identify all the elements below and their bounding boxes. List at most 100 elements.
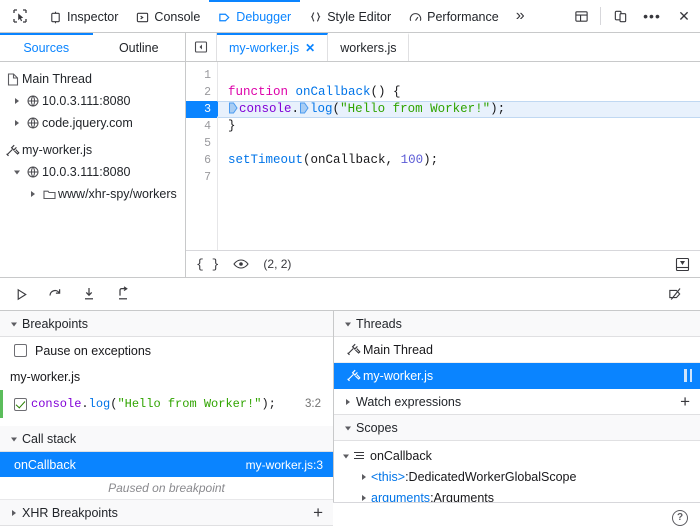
breakpoint-item[interactable]: console.log("Hello from Worker!"); 3:2 xyxy=(0,390,333,418)
token-punct: , xyxy=(386,153,401,167)
element-picker-icon[interactable] xyxy=(0,0,40,32)
tree-item-label: code.jquery.com xyxy=(42,116,133,130)
globe-icon xyxy=(24,166,42,178)
line-number: 7 xyxy=(186,169,217,186)
pretty-print-braces-icon[interactable]: { } xyxy=(196,257,219,272)
token-method: log xyxy=(310,102,333,116)
chevron-down-icon[interactable] xyxy=(340,424,356,432)
eye-icon[interactable] xyxy=(233,258,249,270)
watch-expressions-section-header[interactable]: Watch expressions + xyxy=(334,389,700,415)
chevron-down-icon[interactable] xyxy=(340,320,356,328)
source-map-icon[interactable] xyxy=(675,257,690,272)
overflow-tabs-button[interactable]: » xyxy=(508,0,533,32)
token-string: "Hello from Worker!" xyxy=(340,102,490,116)
file-tab-label: my-worker.js xyxy=(229,41,299,55)
chevron-right-icon[interactable] xyxy=(26,190,40,198)
step-out-button[interactable] xyxy=(108,281,138,307)
pause-on-exceptions-row[interactable]: Pause on exceptions xyxy=(0,337,333,364)
chevron-down-icon[interactable] xyxy=(10,168,24,176)
tree-item-label: 10.0.3.111:8080 xyxy=(42,94,131,108)
scope-row-oncallback[interactable]: onCallback xyxy=(334,445,700,466)
pause-on-exceptions-label: Pause on exceptions xyxy=(35,344,151,358)
file-tab-list: my-worker.js ✕ workers.js xyxy=(186,33,700,62)
xhr-breakpoints-section-header[interactable]: XHR Breakpoints + xyxy=(0,500,333,526)
token-punct: ( xyxy=(303,153,311,167)
token-punct: ); xyxy=(423,153,438,167)
resume-button[interactable] xyxy=(6,281,36,307)
responsive-design-mode-icon[interactable] xyxy=(604,0,636,32)
code-line-4: } xyxy=(228,118,700,135)
add-watch-expression-button[interactable]: + xyxy=(676,393,694,410)
close-icon[interactable]: ✕ xyxy=(305,41,315,55)
deactivate-breakpoints-icon[interactable] xyxy=(660,281,690,307)
chevron-down-icon[interactable] xyxy=(338,452,353,460)
tree-item-host-10-0-3-111-8080[interactable]: 10.0.3.111:8080 xyxy=(0,90,185,112)
dock-layout-icon[interactable] xyxy=(565,0,597,32)
breakpoints-section-header[interactable]: Breakpoints xyxy=(0,311,333,337)
breakpoint-checkbox[interactable] xyxy=(14,398,27,411)
meatball-menu-icon[interactable]: ••• xyxy=(636,0,668,32)
pause-on-exceptions-checkbox[interactable] xyxy=(14,344,27,357)
line-number: 4 xyxy=(186,118,217,135)
tab-performance[interactable]: Performance xyxy=(400,0,508,32)
chevron-down-icon[interactable] xyxy=(6,320,22,328)
frame-location: my-worker.js:3 xyxy=(246,458,323,472)
tab-sources[interactable]: Sources xyxy=(0,33,93,61)
thread-item-main-thread[interactable]: Main Thread xyxy=(334,337,700,363)
editor-pane: my-worker.js ✕ workers.js 1 2 3 4 5 6 7 xyxy=(186,33,700,277)
tab-debugger[interactable]: Debugger xyxy=(209,0,300,32)
token-method: log xyxy=(89,397,111,411)
tab-style-editor[interactable]: Style Editor xyxy=(300,0,400,32)
tree-item-folder-workers[interactable]: www/xhr-spy/workers xyxy=(0,183,185,205)
line-number-paused: 3 xyxy=(186,101,217,118)
thread-item-my-worker-js[interactable]: my-worker.js xyxy=(334,363,700,389)
scope-row-this[interactable]: <this> : DedicatedWorkerGlobalScope xyxy=(334,466,700,487)
chevron-right-icon[interactable] xyxy=(356,473,371,481)
scopes-section-header[interactable]: Scopes xyxy=(334,415,700,441)
debugger-icon xyxy=(218,11,231,24)
chevron-right-icon[interactable] xyxy=(10,97,24,105)
file-tab-my-worker-js[interactable]: my-worker.js ✕ xyxy=(217,33,328,61)
help-icon[interactable]: ? xyxy=(672,510,688,526)
section-title: Threads xyxy=(356,317,402,331)
toggle-tab-list-icon[interactable] xyxy=(186,33,217,61)
upper-region: Sources Outline Main Thread xyxy=(0,33,700,278)
add-xhr-breakpoint-button[interactable]: + xyxy=(309,504,327,521)
chevron-right-icon[interactable] xyxy=(356,494,371,502)
chevron-down-icon[interactable] xyxy=(6,435,22,443)
column-breakpoint-icon[interactable] xyxy=(229,102,238,114)
tree-item-host-code-jquery-com[interactable]: code.jquery.com xyxy=(0,112,185,134)
thread-label: Main Thread xyxy=(363,343,433,357)
token-punct: ( xyxy=(333,102,341,116)
code-content[interactable]: function onCallback() { console.log("Hel… xyxy=(218,62,700,250)
tab-outline[interactable]: Outline xyxy=(93,33,186,61)
token-dot: . xyxy=(292,102,300,116)
chevron-right-icon[interactable] xyxy=(10,119,24,127)
column-breakpoint-icon[interactable] xyxy=(300,102,309,114)
section-title: Call stack xyxy=(22,432,76,446)
tab-console[interactable]: Console xyxy=(127,0,209,32)
devtools-toolbar: Inspector Console Debugger xyxy=(0,0,700,33)
performance-icon xyxy=(409,11,422,24)
file-tab-workers-js[interactable]: workers.js xyxy=(328,33,409,61)
call-stack-frame[interactable]: onCallback my-worker.js:3 xyxy=(0,452,333,477)
tab-inspector[interactable]: Inspector xyxy=(40,0,127,32)
step-in-button[interactable] xyxy=(74,281,104,307)
editor-gutter[interactable]: 1 2 3 4 5 6 7 xyxy=(186,62,218,250)
tree-item-worker-host[interactable]: 10.0.3.111:8080 xyxy=(0,161,185,183)
code-editor[interactable]: 1 2 3 4 5 6 7 function onCallback() { co… xyxy=(186,62,700,250)
threads-section-header[interactable]: Threads xyxy=(334,311,700,337)
tree-item-worker-my-worker-js[interactable]: my-worker.js xyxy=(0,139,185,161)
chevron-right-icon[interactable] xyxy=(6,509,22,517)
globe-icon xyxy=(24,117,42,129)
close-icon[interactable]: ✕ xyxy=(668,0,700,32)
chevron-right-icon[interactable] xyxy=(340,398,356,406)
tree-item-label: my-worker.js xyxy=(22,143,92,157)
tree-item-main-thread[interactable]: Main Thread xyxy=(0,68,185,90)
devtools-window: Inspector Console Debugger xyxy=(0,0,700,532)
tool-tab-list: Inspector Console Debugger xyxy=(40,0,565,32)
tab-label: Debugger xyxy=(236,10,291,24)
call-stack-section-header[interactable]: Call stack xyxy=(0,426,333,452)
pause-icon xyxy=(684,369,692,382)
step-over-button[interactable] xyxy=(40,281,70,307)
